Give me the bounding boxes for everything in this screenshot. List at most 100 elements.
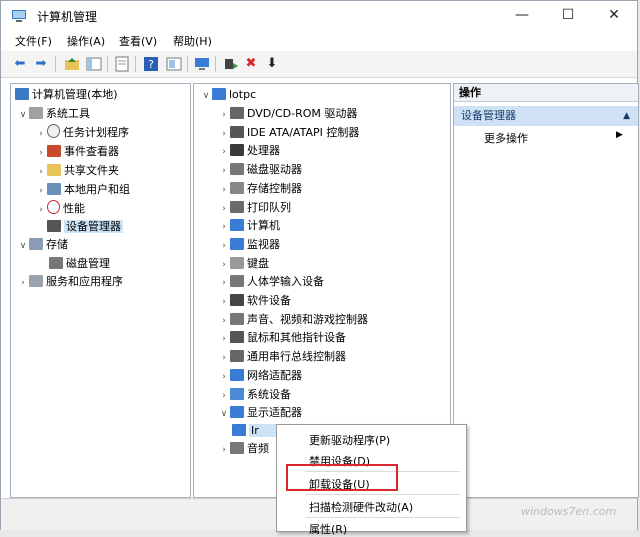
chevron-right-icon[interactable]: › (35, 201, 47, 219)
tree-services[interactable]: › 服务和应用程序 (17, 273, 123, 291)
device-category[interactable]: › 磁盘驱动器 (218, 161, 302, 179)
device-category-icon (230, 368, 244, 381)
chevron-right-icon[interactable]: › (218, 143, 230, 161)
chevron-right-icon[interactable]: › (17, 274, 29, 292)
device-category-label: 显示适配器 (247, 406, 302, 420)
chevron-right-icon[interactable]: › (218, 218, 230, 236)
menu-file[interactable]: 文件(F) (15, 33, 52, 49)
device-category-label: 通用串行总线控制器 (247, 350, 346, 364)
chevron-right-icon[interactable]: › (218, 312, 230, 330)
chevron-down-icon[interactable]: ∨ (17, 106, 29, 124)
update-driver-icon[interactable] (221, 55, 239, 73)
device-category[interactable]: › 键盘 (218, 255, 269, 273)
tree-task-scheduler[interactable]: › 任务计划程序 (35, 124, 129, 142)
device-category[interactable]: › 存储控制器 (218, 180, 302, 198)
device-category[interactable]: › 系统设备 (218, 386, 291, 404)
device-category[interactable]: › 网络适配器 (218, 367, 302, 385)
toolbar-separator (135, 56, 136, 72)
properties-icon[interactable] (113, 55, 131, 73)
menu-view[interactable]: 查看(V) (119, 33, 157, 49)
device-category[interactable]: › 通用串行总线控制器 (218, 348, 346, 366)
chevron-right-icon[interactable]: › (218, 349, 230, 367)
device-category[interactable]: › 软件设备 (218, 292, 291, 310)
collapse-up-icon[interactable]: ▲ (623, 106, 630, 126)
device-sound-partial[interactable]: › 音频 (218, 440, 269, 458)
chevron-right-icon[interactable]: › (35, 144, 47, 162)
device-category-icon (230, 144, 244, 157)
device-category[interactable]: › 计算机 (218, 217, 280, 235)
tree-shared-folders[interactable]: › 共享文件夹 (35, 162, 119, 180)
computer-management-icon (15, 88, 29, 100)
tree-system-tools[interactable]: ∨ 系统工具 (17, 105, 90, 123)
device-category[interactable]: › 监视器 (218, 236, 280, 254)
back-arrow-icon[interactable]: ⬅ (11, 55, 29, 73)
properties-menu-item[interactable]: 属性(R) (309, 521, 347, 537)
menu-action[interactable]: 操作(A) (67, 33, 105, 49)
chevron-right-icon[interactable]: › (218, 256, 230, 274)
device-category[interactable]: › 人体学输入设备 (218, 273, 324, 291)
show-hide-tree-icon[interactable] (85, 55, 103, 73)
title-bar: 计算机管理 — ☐ ✕ (1, 1, 637, 31)
chevron-right-icon[interactable]: › (218, 181, 230, 199)
device-category[interactable]: › DVD/CD-ROM 驱动器 (218, 105, 357, 123)
download-circle-icon[interactable]: ⬇ (263, 55, 281, 73)
chevron-right-icon[interactable]: › (35, 182, 47, 200)
performance-icon (47, 200, 60, 214)
menu-help[interactable]: 帮助(H) (173, 33, 212, 49)
computer-icon (212, 88, 226, 100)
device-category-icon (230, 125, 244, 138)
maximize-button[interactable]: ☐ (545, 1, 591, 31)
uninstall-highlight-box (286, 464, 398, 491)
chevron-right-icon[interactable]: › (218, 274, 230, 292)
chevron-right-icon[interactable]: › (218, 237, 230, 255)
watermark: windows7en.com (521, 505, 617, 518)
device-root[interactable]: ∨ lotpc (200, 86, 256, 104)
minimize-button[interactable]: — (499, 1, 545, 31)
tree-performance[interactable]: › 性能 (35, 200, 85, 218)
tree-local-users[interactable]: › 本地用户和组 (35, 181, 130, 199)
device-category[interactable]: › 鼠标和其他指针设备 (218, 329, 346, 347)
menu-separator (305, 517, 460, 518)
close-button[interactable]: ✕ (591, 1, 637, 31)
tree-root[interactable]: 计算机管理(本地) (15, 86, 118, 104)
toolbar-separator (187, 56, 188, 72)
forward-arrow-icon[interactable]: ➡ (32, 55, 50, 73)
more-actions[interactable]: 更多操作 ▶ (484, 130, 623, 146)
monitor-icon[interactable] (193, 55, 211, 73)
chevron-down-icon[interactable]: ∨ (200, 87, 212, 105)
chevron-down-icon[interactable]: ∨ (17, 237, 29, 255)
help-page-icon[interactable] (165, 55, 183, 73)
tree-event-viewer[interactable]: › 事件查看器 (35, 143, 119, 161)
chevron-right-icon[interactable]: › (218, 200, 230, 218)
up-folder-icon[interactable] (63, 55, 81, 73)
device-category-label: 鼠标和其他指针设备 (247, 331, 346, 345)
device-sound-partial-label: 音频 (247, 442, 269, 455)
tree-device-manager[interactable]: 设备管理器 (35, 218, 123, 236)
chevron-right-icon[interactable]: › (218, 368, 230, 386)
help-icon[interactable]: ? (142, 55, 160, 73)
actions-section-device-manager[interactable]: 设备管理器 ▲ (454, 106, 638, 126)
chevron-right-icon[interactable]: › (218, 330, 230, 348)
chevron-right-icon[interactable]: › (35, 163, 47, 181)
update-driver-menu-item[interactable]: 更新驱动程序(P) (309, 432, 390, 448)
device-category-icon (230, 406, 244, 419)
tree-disk-management[interactable]: 磁盘管理 (49, 255, 110, 273)
device-category[interactable]: › 打印队列 (218, 199, 291, 217)
device-category[interactable]: › 声音、视频和游戏控制器 (218, 311, 368, 329)
device-category[interactable]: › 处理器 (218, 142, 280, 160)
scan-hardware-menu-item[interactable]: 扫描检测硬件改动(A) (309, 499, 413, 515)
clock-icon (47, 124, 60, 138)
chevron-right-icon[interactable]: › (218, 387, 230, 405)
device-category[interactable]: ∨ 显示适配器 (218, 404, 302, 422)
uninstall-x-icon[interactable]: ✖ (242, 55, 260, 73)
chevron-right-icon[interactable]: › (218, 441, 230, 459)
tree-storage[interactable]: ∨ 存储 (17, 236, 68, 254)
chevron-right-icon[interactable]: › (218, 125, 230, 143)
chevron-right-icon[interactable]: › (218, 162, 230, 180)
chevron-down-icon[interactable]: ∨ (218, 405, 230, 423)
chevron-right-icon[interactable]: › (218, 106, 230, 124)
chevron-right-icon[interactable]: › (218, 293, 230, 311)
device-category[interactable]: › IDE ATA/ATAPI 控制器 (218, 124, 359, 142)
chevron-right-icon[interactable]: › (35, 125, 47, 143)
toolbar-separator (107, 56, 108, 72)
